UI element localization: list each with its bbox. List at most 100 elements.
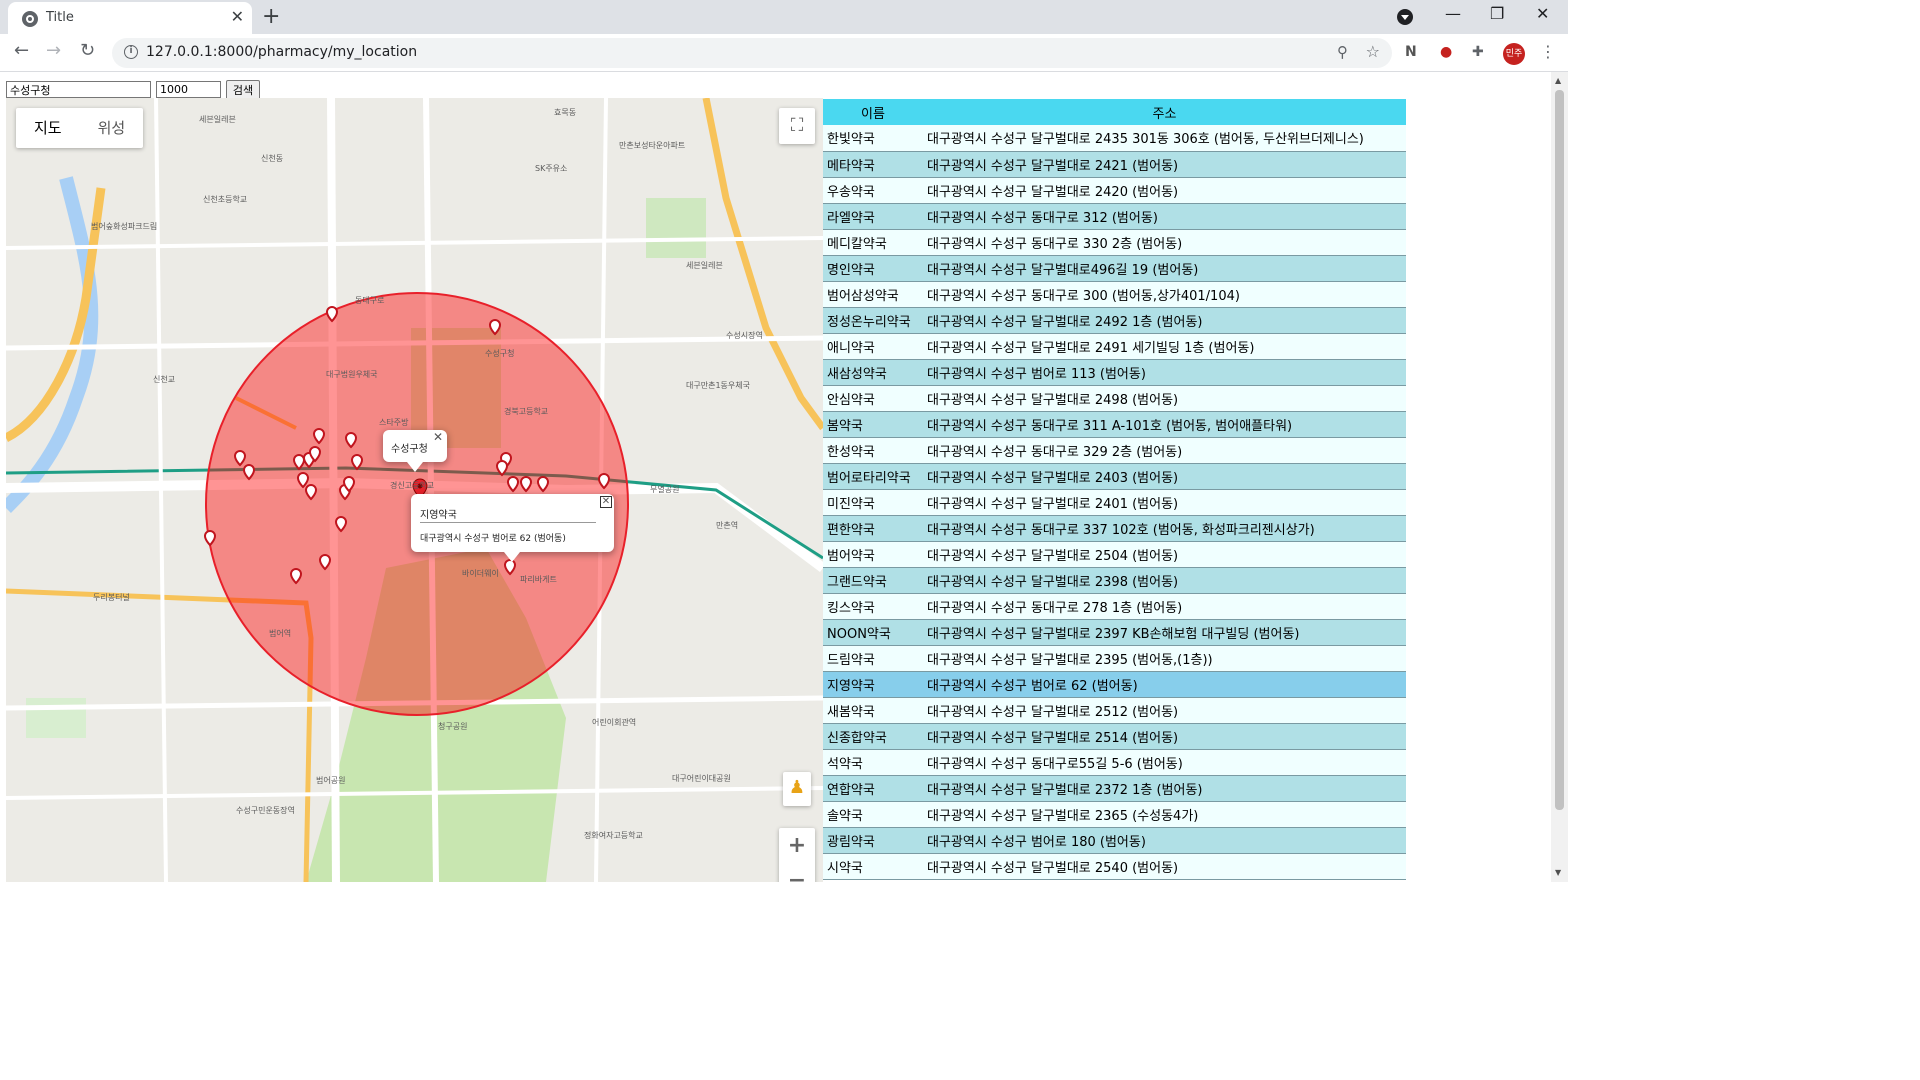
pharmacy-name-cell: 지영약국 <box>823 671 923 698</box>
tab-title: Title <box>46 10 74 25</box>
tab-close-icon[interactable]: ✕ <box>231 7 244 26</box>
table-row[interactable]: 봄약국 대구광역시 수성구 동대구로 311 A-101호 (범어동, 범어애플타… <box>823 411 1406 438</box>
pharmacy-name-cell: 우송약국 <box>823 177 923 204</box>
map-type-map-button[interactable]: 지도 <box>16 108 80 148</box>
pharmacy-name-cell: 한빛약국 <box>823 125 923 152</box>
table-row[interactable]: 그랜드약국 대구광역시 수성구 달구벌대로 2398 (범어동) <box>823 567 1406 594</box>
table-row[interactable]: NOON약국 대구광역시 수성구 달구벌대로 2397 KB손해보험 대구빌딩 (… <box>823 619 1406 646</box>
table-row[interactable]: 명인약국 대구광역시 수성구 달구벌대로496길 19 (범어동) <box>823 255 1406 282</box>
window-close-icon[interactable]: ✕ <box>1536 4 1549 23</box>
pharmacy-address-cell: 대구광역시 수성구 달구벌대로 2420 (범어동) <box>923 177 1406 204</box>
extension-red-icon[interactable]: ● <box>1440 44 1452 60</box>
table-row[interactable]: 신종합약국 대구광역시 수성구 달구벌대로 2514 (범어동) <box>823 723 1406 750</box>
menu-kebab-icon[interactable]: ⋮ <box>1540 42 1556 61</box>
minimize-icon[interactable]: — <box>1445 4 1461 23</box>
table-row[interactable]: 석약국 대구광역시 수성구 동대구로55길 5-6 (범어동) <box>823 749 1406 776</box>
table-row[interactable]: 시약국 대구광역시 수성구 달구벌대로 2540 (범어동) <box>823 853 1406 880</box>
table-row[interactable]: 새삼성약국 대구광역시 수성구 범어로 113 (범어동) <box>823 359 1406 386</box>
new-tab-button[interactable]: + <box>262 4 280 29</box>
table-row[interactable]: 라엘약국 대구광역시 수성구 동대구로 312 (범어동) <box>823 203 1406 230</box>
pharmacy-name-cell: 연합약국 <box>823 775 923 802</box>
page-scrollbar[interactable]: ▲ ▼ <box>1551 72 1568 882</box>
fullscreen-icon[interactable]: ⛶ <box>779 108 815 144</box>
table-row[interactable]: 정성온누리약국 대구광역시 수성구 달구벌대로 2492 1층 (범어동) <box>823 307 1406 334</box>
pharmacy-address-cell: 대구광역시 수성구 달구벌대로 2512 (범어동) <box>923 697 1406 724</box>
pharmacy-name-cell: NOON약국 <box>823 619 923 646</box>
table-row[interactable]: 연합약국 대구광역시 수성구 달구벌대로 2372 1층 (범어동) <box>823 775 1406 802</box>
map-label: 경신고등학교 <box>390 480 434 490</box>
table-row[interactable]: 킹스약국 대구광역시 수성구 동대구로 278 1층 (범어동) <box>823 593 1406 620</box>
scroll-up-icon[interactable]: ▲ <box>1555 76 1561 85</box>
map-label: 범어공원 <box>316 775 345 785</box>
url-text[interactable]: 127.0.0.1:8000/pharmacy/my_location <box>146 44 417 60</box>
table-row[interactable]: 지영약국 대구광역시 수성구 범어로 62 (범어동) <box>823 671 1406 698</box>
table-row[interactable]: 미진약국 대구광역시 수성구 달구벌대로 2401 (범어동) <box>823 489 1406 516</box>
table-row[interactable]: 한빛약국 대구광역시 수성구 달구벌대로 2435 301동 306호 (범어동,… <box>823 125 1406 152</box>
search-button[interactable]: 검색 <box>226 80 260 100</box>
map-label: 신천초등학교 <box>203 194 247 204</box>
pharmacy-address-cell: 대구광역시 수성구 달구벌대로 2403 (범어동) <box>923 463 1406 490</box>
zoom-out-button[interactable]: − <box>779 863 815 882</box>
street-view-pegman-icon[interactable]: ♟ <box>783 772 811 806</box>
pharmacy-address-cell: 대구광역시 수성구 달구벌대로 2540 (범어동) <box>923 853 1406 880</box>
map-view[interactable]: 효목동 세븐일레븐 신천동 만촌보성타운아파트 신천초등학교 SK주유소 동대구… <box>6 98 823 882</box>
table-row[interactable]: 범어약국 대구광역시 수성구 달구벌대로 2504 (범어동) <box>823 541 1406 568</box>
pharmacy-address-cell: 대구광역시 수성구 달구벌대로 2397 KB손해보험 대구빌딩 (범어동) <box>923 619 1406 646</box>
zoom-icon[interactable]: ⚲ <box>1337 43 1348 61</box>
table-row[interactable]: 편한약국 대구광역시 수성구 동대구로 337 102호 (범어동, 화성파크리젠… <box>823 515 1406 542</box>
pharmacy-name-cell: 메디칼약국 <box>823 229 923 256</box>
pharmacy-name-cell: 그랜드약국 <box>823 567 923 594</box>
scroll-down-icon[interactable]: ▼ <box>1555 868 1561 877</box>
map-label: 범어역 <box>269 628 291 638</box>
tab-search-icon[interactable] <box>1397 9 1413 25</box>
pharmacy-address-cell: 대구광역시 수성구 달구벌대로 2498 (범어동) <box>923 385 1406 412</box>
pharmacy-address-cell: 대구광역시 수성구 동대구로55길 5-6 (범어동) <box>923 749 1406 776</box>
map-label: 파리바게트 <box>520 574 557 584</box>
pharmacy-address-cell: 대구광역시 수성구 달구벌대로496길 19 (범어동) <box>923 255 1406 282</box>
map-label: 만촌보성타운아파트 <box>619 140 685 150</box>
location-search-input[interactable] <box>6 81 151 98</box>
map-label: 만촌역 <box>716 520 738 530</box>
info-icon[interactable]: i <box>124 45 138 59</box>
table-row[interactable]: 한성약국 대구광역시 수성구 동대구로 329 2층 (범어동) <box>823 437 1406 464</box>
info-window-tip <box>407 462 423 472</box>
pharmacy-address-cell: 대구광역시 수성구 달구벌대로 2395 (범어동,(1층)) <box>923 645 1406 672</box>
restore-icon[interactable]: ❐ <box>1490 4 1504 23</box>
extensions-puzzle-icon[interactable]: ✚ <box>1472 44 1484 60</box>
radius-input[interactable] <box>156 81 221 98</box>
table-row[interactable]: 범어로타리약국 대구광역시 수성구 달구벌대로 2403 (범어동) <box>823 463 1406 490</box>
reload-icon[interactable]: ↻ <box>80 40 95 61</box>
table-row[interactable]: 안심약국 대구광역시 수성구 달구벌대로 2498 (범어동) <box>823 385 1406 412</box>
pharmacy-address-cell: 대구광역시 수성구 달구벌대로 2398 (범어동) <box>923 567 1406 594</box>
browser-tab[interactable]: Title ✕ <box>8 2 252 34</box>
map-type-satellite-button[interactable]: 위성 <box>80 108 144 148</box>
scrollbar-thumb[interactable] <box>1555 90 1564 810</box>
table-row[interactable]: 메타약국 대구광역시 수성구 달구벌대로 2421 (범어동) <box>823 151 1406 178</box>
map-label: 대구어린이대공원 <box>672 773 731 783</box>
bookmark-star-icon[interactable]: ☆ <box>1366 42 1380 61</box>
pharmacy-address-cell: 대구광역시 수성구 달구벌대로 2435 301동 306호 (범어동, 두산위… <box>923 125 1406 152</box>
pharmacy-address-cell: 대구광역시 수성구 동대구로 329 2층 (범어동) <box>923 437 1406 464</box>
table-row[interactable]: 솔약국 대구광역시 수성구 달구벌대로 2365 (수성동4가) <box>823 801 1406 828</box>
table-row[interactable]: 광림약국 대구광역시 수성구 범어로 180 (범어동) <box>823 827 1406 854</box>
table-row[interactable]: 범어삼성약국 대구광역시 수성구 동대구로 300 (범어동,상가401/104) <box>823 281 1406 308</box>
info-window-close-icon[interactable]: ✕ <box>433 430 443 444</box>
table-row[interactable]: 새봄약국 대구광역시 수성구 달구벌대로 2512 (범어동) <box>823 697 1406 724</box>
extension-n-icon[interactable]: N <box>1405 44 1417 60</box>
profile-avatar[interactable]: 민주 <box>1503 43 1525 65</box>
address-bar[interactable]: i 127.0.0.1:8000/pharmacy/my_location ⚲ … <box>112 38 1392 68</box>
back-icon[interactable]: ← <box>14 40 29 61</box>
info-window-close-icon[interactable]: ✕ <box>600 496 612 508</box>
map-label: 수성구청 <box>485 349 514 358</box>
table-row[interactable]: 드림약국 대구광역시 수성구 달구벌대로 2395 (범어동,(1층)) <box>823 645 1406 672</box>
map-label: 신천교 <box>153 374 175 384</box>
pharmacy-name-cell: 편한약국 <box>823 515 923 542</box>
table-row[interactable]: 우송약국 대구광역시 수성구 달구벌대로 2420 (범어동) <box>823 177 1406 204</box>
map-label: 세븐일레븐 <box>686 261 723 270</box>
forward-icon[interactable]: → <box>46 40 61 61</box>
table-row[interactable]: 애니약국 대구광역시 수성구 달구벌대로 2491 세기빌딩 1층 (범어동) <box>823 333 1406 360</box>
zoom-in-button[interactable]: + <box>779 828 815 863</box>
pharmacy-name-cell: 시약국 <box>823 853 923 880</box>
info-divider <box>420 522 596 523</box>
table-row[interactable]: 메디칼약국 대구광역시 수성구 동대구로 330 2층 (범어동) <box>823 229 1406 256</box>
